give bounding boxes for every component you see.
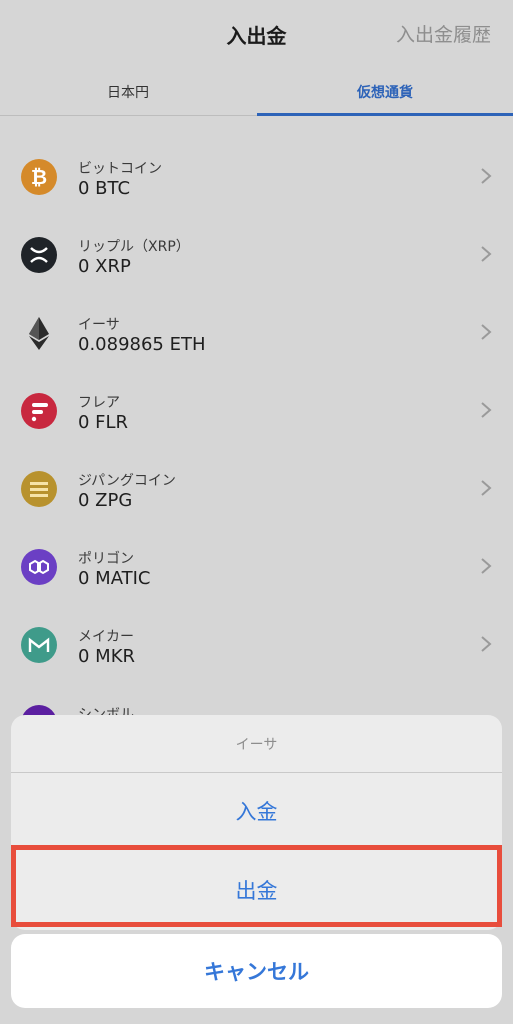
action-sheet-title: イーサ [11, 715, 502, 773]
active-tab-indicator [257, 113, 513, 116]
ethereum-icon [21, 315, 57, 351]
list-item-zpg[interactable]: ジパングコイン 0 ZPG [0, 452, 513, 530]
polygon-icon [21, 549, 57, 585]
chevron-right-icon [481, 402, 492, 418]
coin-name: ジパングコイン [78, 473, 176, 489]
zipangcoin-icon [21, 471, 57, 507]
deposit-button[interactable]: 入金 [11, 773, 502, 849]
coin-amount: 0 BTC [78, 178, 131, 199]
coin-amount: 0.089865 ETH [78, 334, 206, 355]
coin-name: メイカー [78, 629, 134, 645]
header: 入出金 入出金履歴 [0, 0, 513, 68]
coin-amount: 0 MKR [78, 646, 136, 667]
list-item-xrp[interactable]: リップル（XRP） 0 XRP [0, 218, 513, 296]
list-item-matic[interactable]: ポリゴン 0 MATIC [0, 530, 513, 608]
chevron-right-icon [481, 246, 492, 262]
action-sheet: イーサ 入金 出金 [11, 715, 502, 930]
coin-name: ビットコイン [78, 161, 162, 177]
tab-crypto[interactable]: 仮想通貨 [257, 68, 513, 116]
coin-amount: 0 XRP [78, 256, 131, 277]
cancel-button[interactable]: キャンセル [11, 934, 502, 1008]
coin-name: フレア [78, 395, 120, 411]
chevron-right-icon [481, 324, 492, 340]
bitcoin-icon: ₿ [21, 159, 57, 195]
coin-name: リップル（XRP） [78, 239, 190, 255]
list-item-btc[interactable]: ₿ ビットコイン 0 BTC [0, 140, 513, 218]
coin-list: ₿ ビットコイン 0 BTC リップル（XRP） 0 XRP イーサ 0.089… [0, 140, 513, 764]
svg-text:₿: ₿ [31, 165, 47, 189]
chevron-right-icon [481, 558, 492, 574]
coin-amount: 0 ZPG [78, 490, 133, 511]
coin-name: ポリゴン [78, 551, 134, 567]
maker-icon [21, 627, 57, 663]
withdraw-button[interactable]: 出金 [11, 849, 502, 930]
history-link[interactable]: 入出金履歴 [396, 20, 491, 47]
chevron-right-icon [481, 636, 492, 652]
list-item-flr[interactable]: フレア 0 FLR [0, 374, 513, 452]
chevron-right-icon [481, 168, 492, 184]
list-item-mkr[interactable]: メイカー 0 MKR [0, 608, 513, 686]
coin-amount: 0 MATIC [78, 568, 151, 589]
coin-amount: 0 FLR [78, 412, 129, 433]
tab-jpy[interactable]: 日本円 [0, 68, 256, 116]
xrp-icon [21, 237, 57, 273]
flare-icon [21, 393, 57, 429]
tab-bar: 日本円 仮想通貨 [0, 68, 513, 116]
list-item-eth[interactable]: イーサ 0.089865 ETH [0, 296, 513, 374]
coin-name: イーサ [78, 317, 120, 333]
chevron-right-icon [481, 480, 492, 496]
